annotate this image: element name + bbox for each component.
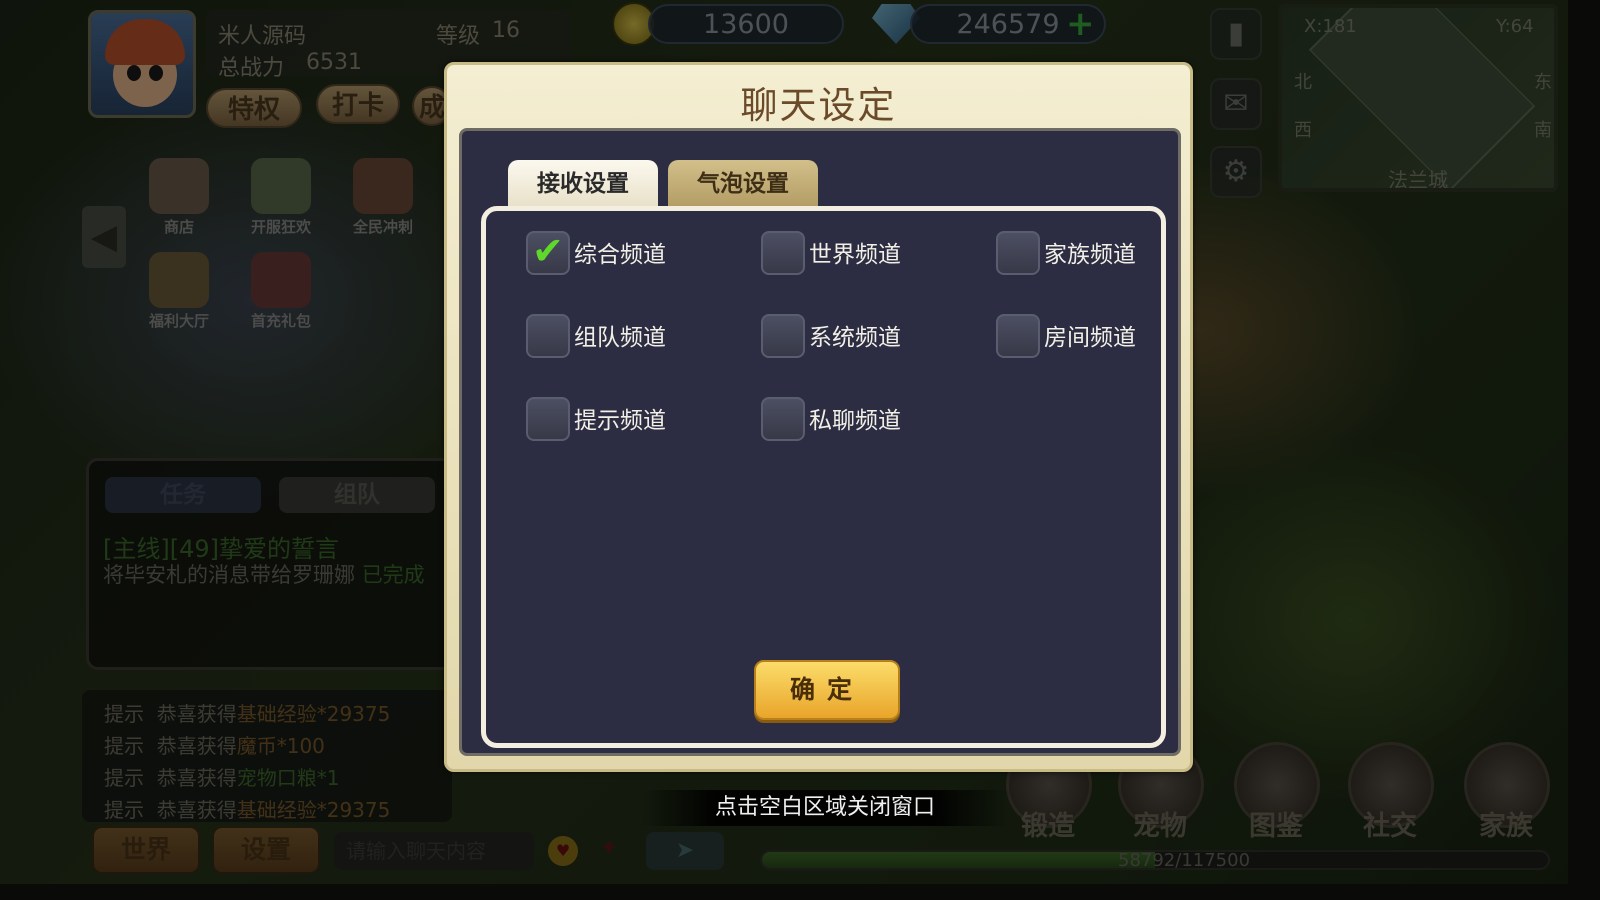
tab-receive-settings[interactable]: 接收设置 [508,160,658,208]
channel-option[interactable]: 世界频道 [761,231,951,275]
dialog-body: 接收设置 气泡设置 ✔ 综合频道 世界频道 家族频道组队频道 系统频道 房间频道提示频道 私… [459,128,1181,756]
game-scene[interactable]: 米人源码 等级 16 总战力 6531 特权 打卡 成 13600 246579… [0,0,1568,884]
channel-option[interactable]: ✔ 综合频道 [526,229,716,275]
channel-checkbox[interactable]: ✔ [526,229,570,275]
checkmark-icon: ✔ [532,229,564,273]
channel-label: 私聊频道 [809,408,901,434]
chat-settings-dialog: 聊天设定 接收设置 气泡设置 ✔ 综合频道 世界频道 家族频道组队频道 系统频道 房间频道… [444,62,1193,772]
channel-label: 世界频道 [809,242,901,268]
channel-option[interactable]: 组队频道 [526,314,716,358]
close-hint: 点击空白区域关闭窗口 [640,790,1010,826]
channel-option[interactable]: 系统频道 [761,314,951,358]
channel-checkbox[interactable] [526,397,570,441]
channel-checkbox[interactable] [761,231,805,275]
channel-label: 房间频道 [1044,325,1136,351]
channel-checkbox[interactable] [526,314,570,358]
channel-checkbox[interactable] [761,314,805,358]
channel-checkbox[interactable] [996,314,1040,358]
channel-label: 提示频道 [574,408,666,434]
channel-checkbox[interactable] [996,231,1040,275]
channel-option[interactable]: 房间频道 [996,314,1186,358]
dialog-title: 聊天设定 [740,84,897,127]
confirm-button[interactable]: 确定 [754,660,900,720]
channel-label: 系统频道 [809,325,901,351]
tab-bubble-settings[interactable]: 气泡设置 [668,160,818,208]
channel-label: 组队频道 [574,325,666,351]
channel-label: 家族频道 [1044,242,1136,268]
channel-option[interactable]: 提示频道 [526,397,716,441]
channel-label: 综合频道 [574,242,666,268]
channel-options: ✔ 综合频道 世界频道 家族频道组队频道 系统频道 房间频道提示频道 私聊频道 确定 [481,206,1166,748]
channel-checkbox[interactable] [761,397,805,441]
channel-option[interactable]: 家族频道 [996,231,1186,275]
channel-option[interactable]: 私聊频道 [761,397,951,441]
